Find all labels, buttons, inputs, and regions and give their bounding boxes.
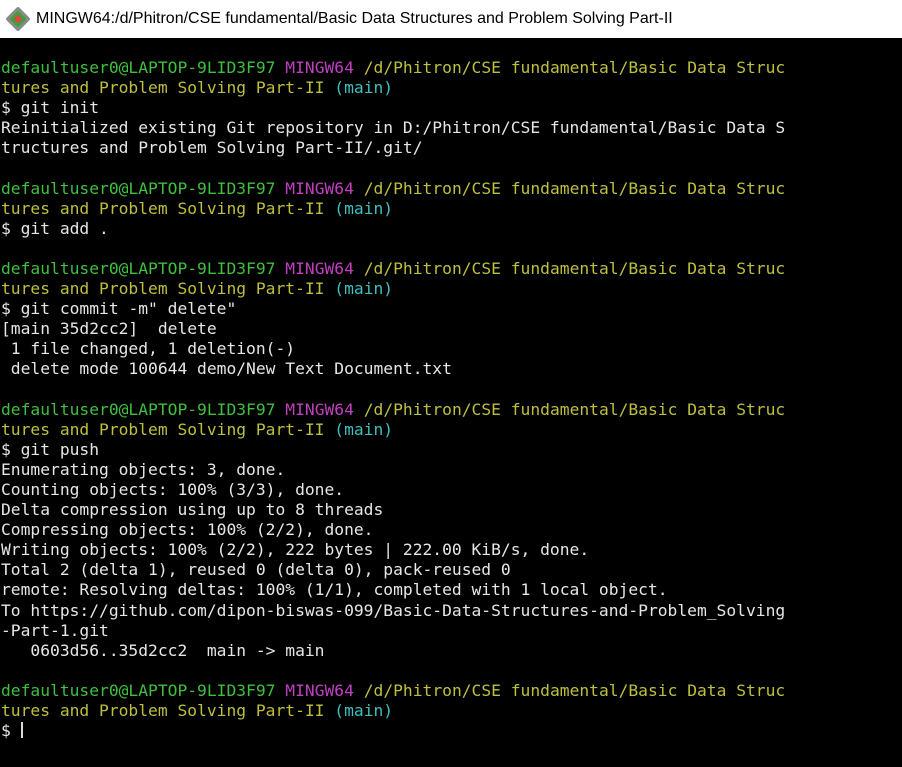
prompt-branch: (main) [334,78,394,98]
prompt-path-continued: tures and Problem Solving Part-II [1,279,325,299]
output-line: Delta compression using up to 8 threads [1,500,901,520]
output-line: Reinitialized existing Git repository in… [1,118,901,138]
prompt-line-continued: tures and Problem Solving Part-II (main) [1,420,901,440]
output-line: 0603d56..35d2cc2 main -> main [1,641,901,661]
output-line: delete mode 100644 demo/New Text Documen… [1,359,901,379]
output-text: Reinitialized existing Git repository in… [1,118,786,138]
output-text: Writing objects: 100% (2/2), 222 bytes |… [1,540,590,560]
prompt-user-host: defaultuser0@LAPTOP-9LID3F97 [1,258,276,278]
command-text: git init [10,98,100,118]
input-line[interactable]: $ [1,721,901,741]
prompt-branch: (main) [334,198,394,218]
terminal-window[interactable]: MINGW64:/d/Phitron/CSE fundamental/Basic… [0,0,902,767]
prompt-shell: MINGW64 [285,258,354,278]
prompt-branch: (main) [334,279,394,299]
prompt-line: defaultuser0@LAPTOP-9LID3F97 MINGW64 /d/… [1,259,901,279]
prompt-line: defaultuser0@LAPTOP-9LID3F97 MINGW64 /d/… [1,179,901,199]
prompt-path: /d/Phitron/CSE fundamental/Basic Data St… [363,178,786,198]
git-bash-icon [6,7,30,31]
prompt-symbol: $ [1,439,11,459]
prompt-symbol: $ [1,218,11,238]
output-text: remote: Resolving deltas: 100% (1/1), co… [1,580,668,600]
prompt-user-host: defaultuser0@LAPTOP-9LID3F97 [1,399,276,419]
prompt-path: /d/Phitron/CSE fundamental/Basic Data St… [363,680,786,700]
prompt-symbol: $ [1,98,11,118]
prompt-line-continued: tures and Problem Solving Part-II (main) [1,78,901,98]
output-text: To https://github.com/dipon-biswas-099/B… [1,600,786,620]
output-text: Total 2 (delta 1), reused 0 (delta 0), p… [1,560,511,580]
prompt-user-host: defaultuser0@LAPTOP-9LID3F97 [1,178,276,198]
prompt-path: /d/Phitron/CSE fundamental/Basic Data St… [363,58,786,77]
text-cursor[interactable] [20,722,23,739]
prompt-line: defaultuser0@LAPTOP-9LID3F97 MINGW64 /d/… [1,400,901,420]
output-line: Writing objects: 100% (2/2), 222 bytes |… [1,540,901,560]
prompt-path-continued: tures and Problem Solving Part-II [1,419,325,439]
prompt-line: defaultuser0@LAPTOP-9LID3F97 MINGW64 /d/… [1,681,901,701]
prompt-path-continued: tures and Problem Solving Part-II [1,198,325,218]
output-text: Enumerating objects: 3, done. [1,459,286,479]
prompt-branch: (main) [334,419,394,439]
output-line: Compressing objects: 100% (2/2), done. [1,520,901,540]
output-text: Compressing objects: 100% (2/2), done. [1,520,374,540]
command-text: git add . [10,218,109,238]
terminal-output[interactable]: defaultuser0@LAPTOP-9LID3F97 MINGW64 /d/… [1,58,901,764]
output-line: [main 35d2cc2] delete [1,319,901,339]
prompt-line: defaultuser0@LAPTOP-9LID3F97 MINGW64 /d/… [1,58,901,78]
prompt-user-host: defaultuser0@LAPTOP-9LID3F97 [1,58,276,77]
output-line: Total 2 (delta 1), reused 0 (delta 0), p… [1,560,901,580]
command-line: $ git init [1,98,901,118]
prompt-shell: MINGW64 [285,58,354,77]
command-text: git commit -m" delete" [10,299,237,319]
prompt-line-continued: tures and Problem Solving Part-II (main) [1,701,901,721]
prompt-path-continued: tures and Problem Solving Part-II [1,78,325,98]
output-line: Counting objects: 100% (3/3), done. [1,480,901,500]
prompt-shell: MINGW64 [285,399,354,419]
prompt-user-host: defaultuser0@LAPTOP-9LID3F97 [1,680,276,700]
output-text: Delta compression using up to 8 threads [1,500,384,520]
prompt-symbol: $ [1,721,11,741]
output-text: delete mode 100644 demo/New Text Documen… [1,359,452,379]
output-text: Counting objects: 100% (3/3), done. [1,479,345,499]
prompt-branch: (main) [334,701,394,720]
prompt-shell: MINGW64 [285,178,354,198]
output-line: -Part-1.git [1,621,901,641]
output-text: 0603d56..35d2cc2 main -> main [1,640,325,660]
prompt-symbol: $ [1,299,11,319]
output-text: 1 file changed, 1 deletion(-) [1,339,296,359]
command-line: $ git push [1,440,901,460]
command-line: $ git add . [1,219,901,239]
output-text: tructures and Problem Solving Part-II/.g… [1,138,423,158]
output-line: 1 file changed, 1 deletion(-) [1,339,901,359]
output-line: tructures and Problem Solving Part-II/.g… [1,138,901,158]
prompt-path-continued: tures and Problem Solving Part-II [1,701,325,720]
output-line: remote: Resolving deltas: 100% (1/1), co… [1,580,901,600]
prompt-path: /d/Phitron/CSE fundamental/Basic Data St… [363,258,786,278]
prompt-path: /d/Phitron/CSE fundamental/Basic Data St… [363,399,786,419]
title-bar[interactable]: MINGW64:/d/Phitron/CSE fundamental/Basic… [0,0,902,38]
prompt-line-continued: tures and Problem Solving Part-II (main) [1,279,901,299]
prompt-line-continued: tures and Problem Solving Part-II (main) [1,199,901,219]
output-line: To https://github.com/dipon-biswas-099/B… [1,601,901,621]
output-text: -Part-1.git [1,620,109,640]
output-line: Enumerating objects: 3, done. [1,460,901,480]
prompt-shell: MINGW64 [285,680,354,700]
command-text: git push [10,439,100,459]
output-text: [main 35d2cc2] delete [1,319,217,339]
window-title: MINGW64:/d/Phitron/CSE fundamental/Basic… [36,10,673,27]
command-line: $ git commit -m" delete" [1,299,901,319]
